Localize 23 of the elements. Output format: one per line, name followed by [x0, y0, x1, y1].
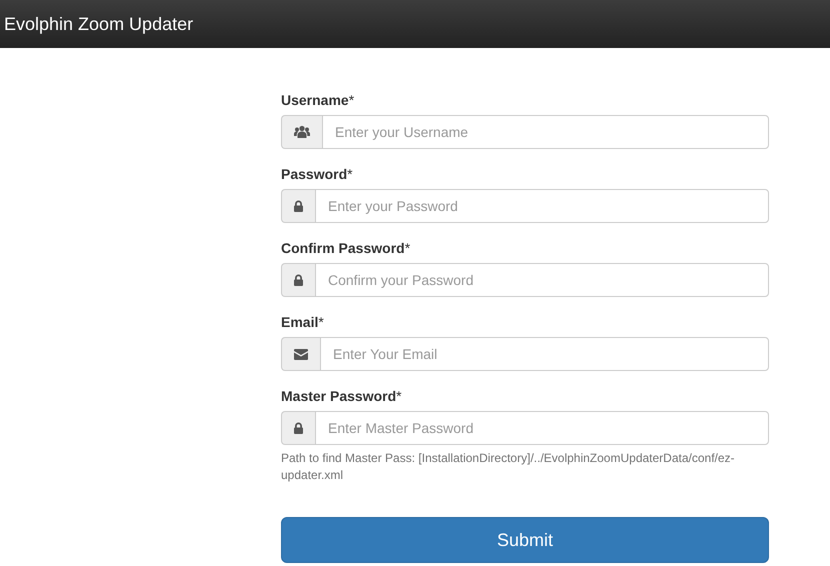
input-field[interactable]: Enter Master Password	[315, 411, 769, 445]
input-field[interactable]: Enter your Password	[315, 189, 769, 223]
input-field[interactable]: Confirm your Password	[315, 263, 769, 297]
envelope-icon	[294, 348, 308, 360]
input-field[interactable]: Enter your Username	[322, 115, 769, 149]
lock-icon	[294, 422, 303, 434]
field-label: Password	[281, 165, 348, 184]
help-text: Path to find Master Pass: [InstallationDirectory]/../EvolphinZoomUpdaterData/conf/ez-updater.xml	[281, 450, 736, 484]
required-mark: *	[348, 91, 354, 110]
lock-icon	[294, 274, 303, 286]
required-mark: *	[404, 239, 410, 258]
users-icon	[294, 125, 310, 139]
field-label: Email	[281, 313, 318, 332]
required-mark: *	[347, 165, 353, 184]
required-mark: *	[396, 387, 402, 406]
input-field[interactable]: Enter Your Email	[320, 337, 769, 371]
field-label: Master Password	[281, 387, 396, 406]
submit-button[interactable]: Submit	[281, 517, 769, 563]
lock-icon	[294, 200, 303, 212]
app-title: Evolphin Zoom Updater	[4, 12, 194, 36]
field-label: Confirm Password	[281, 239, 405, 258]
field-label: Username	[281, 91, 349, 110]
required-mark: *	[318, 313, 324, 332]
